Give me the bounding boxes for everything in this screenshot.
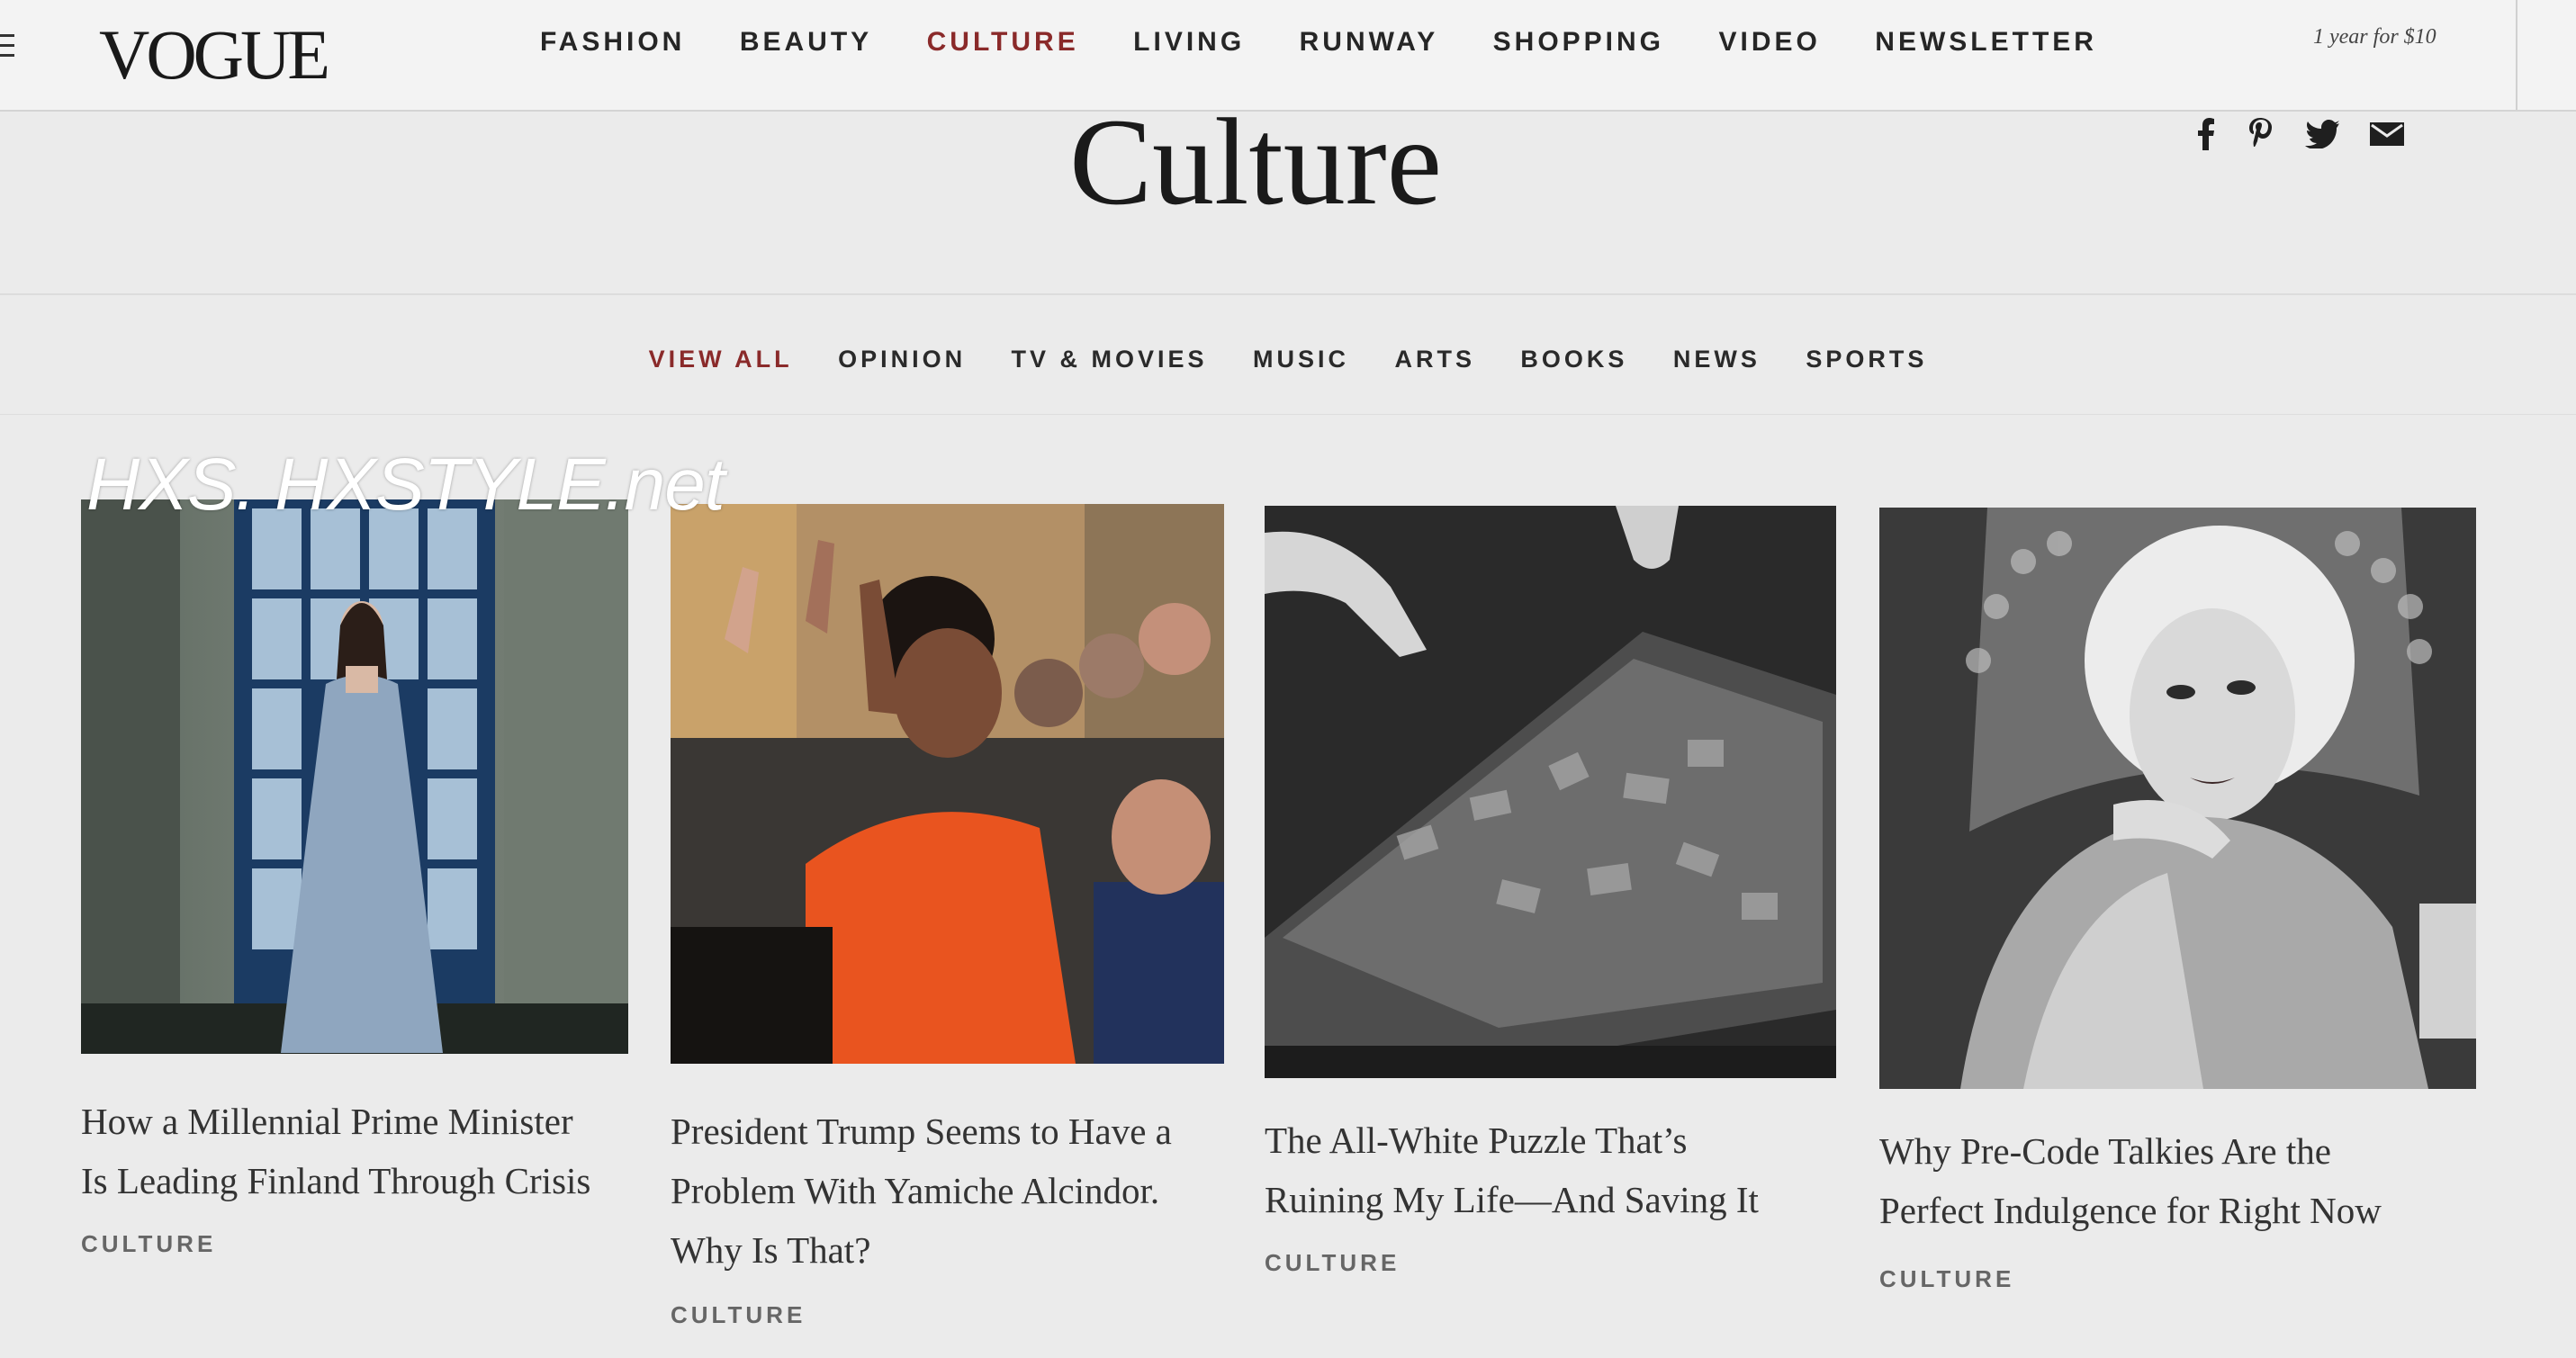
twitter-icon[interactable] <box>2304 120 2339 149</box>
headline-line: Why Is That? <box>671 1229 871 1271</box>
nav-item-living[interactable]: LIVING <box>1133 27 1245 58</box>
headline-line: Why Pre-Code Talkies Are the <box>1879 1130 2331 1172</box>
article-image-press-briefing[interactable] <box>671 504 1224 1064</box>
headline-line: How a Millennial Prime Minister <box>81 1101 573 1142</box>
headline-line: The All-White Puzzle That’s <box>1265 1120 1688 1161</box>
topbar-divider <box>2516 0 2517 110</box>
article-rubric[interactable]: CULTURE <box>1265 1249 1400 1277</box>
nav-item-beauty[interactable]: BEAUTY <box>740 27 872 58</box>
nav-item-runway[interactable]: RUNWAY <box>1300 27 1439 58</box>
culture-subnav: VIEW ALL OPINION TV & MOVIES MUSIC ARTS … <box>0 346 2576 373</box>
subnav-item-opinion[interactable]: OPINION <box>838 346 966 373</box>
subscribe-promo[interactable]: 1 year for $10 <box>2313 25 2436 49</box>
headline-line: President Trump Seems to Have a <box>671 1111 1172 1152</box>
social-share <box>2196 117 2431 151</box>
subnav-item-tv-movies[interactable]: TV & MOVIES <box>1012 346 1208 373</box>
article-card[interactable]: Why Pre-Code Talkies Are the Perfect Ind… <box>1879 508 2482 1318</box>
article-image-puzzle[interactable] <box>1265 506 1836 1078</box>
headline-line: Ruining My Life—And Saving It <box>1265 1179 1759 1220</box>
facebook-icon[interactable] <box>2196 118 2216 150</box>
article-headline[interactable]: Why Pre-Code Talkies Are the Perfect Ind… <box>1879 1121 2491 1240</box>
article-image-prime-minister[interactable] <box>81 499 628 1054</box>
menu-icon[interactable] <box>0 34 14 64</box>
subnav-item-books[interactable]: BOOKS <box>1520 346 1627 373</box>
subnav-divider <box>0 414 2576 415</box>
site-logo[interactable]: VOGUE <box>99 14 330 95</box>
pinterest-icon[interactable] <box>2247 117 2274 151</box>
article-card[interactable]: How a Millennial Prime Minister Is Leadi… <box>81 499 630 1264</box>
headline-line: Problem With Yamiche Alcindor. <box>671 1170 1160 1211</box>
nav-item-shopping[interactable]: SHOPPING <box>1493 27 1664 58</box>
subnav-item-arts[interactable]: ARTS <box>1394 346 1475 373</box>
email-icon[interactable] <box>2370 122 2405 146</box>
article-rubric[interactable]: CULTURE <box>81 1230 216 1258</box>
article-headline[interactable]: The All-White Puzzle That’s Ruining My L… <box>1265 1111 1841 1229</box>
article-rubric[interactable]: CULTURE <box>1879 1265 2014 1293</box>
nav-item-fashion[interactable]: FASHION <box>540 27 685 58</box>
nav-item-newsletter[interactable]: NEWSLETTER <box>1875 27 2097 58</box>
page-title: Culture <box>1069 93 1442 230</box>
article-image-jean-harlow[interactable] <box>1879 508 2476 1089</box>
article-card[interactable]: The All-White Puzzle That’s Ruining My L… <box>1265 506 1841 1298</box>
subnav-item-view-all[interactable]: VIEW ALL <box>649 346 793 373</box>
headline-line: Perfect Indulgence for Right Now <box>1879 1190 2382 1231</box>
subnav-item-music[interactable]: MUSIC <box>1253 346 1349 373</box>
article-headline[interactable]: How a Millennial Prime Minister Is Leadi… <box>81 1092 639 1210</box>
article-headline[interactable]: President Trump Seems to Have a Problem … <box>671 1102 1247 1280</box>
nav-item-culture[interactable]: CULTURE <box>927 27 1079 58</box>
main-nav: FASHION BEAUTY CULTURE LIVING RUNWAY SHO… <box>540 27 2148 58</box>
watermark-text: HXS. HXSTYLE.net <box>86 444 725 526</box>
headline-line: Is Leading Finland Through Crisis <box>81 1160 591 1201</box>
nav-item-video[interactable]: VIDEO <box>1718 27 1820 58</box>
subnav-item-sports[interactable]: SPORTS <box>1806 346 1927 373</box>
article-card[interactable]: President Trump Seems to Have a Problem … <box>671 504 1229 1332</box>
article-rubric[interactable]: CULTURE <box>671 1301 806 1329</box>
subnav-item-news[interactable]: NEWS <box>1673 346 1761 373</box>
header-divider <box>0 293 2576 295</box>
